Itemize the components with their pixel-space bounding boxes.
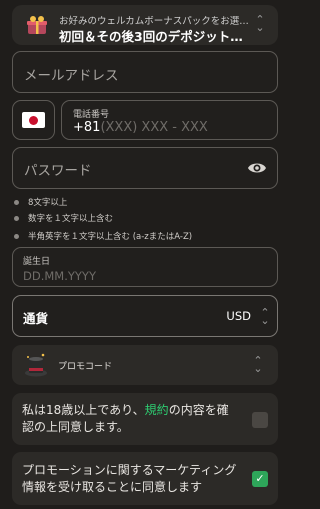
- password-requirement: 半角英字を１文字以上含む (a-zまたはA-Z): [14, 230, 192, 242]
- requirement-text: 半角英字を１文字以上含む (a-zまたはA-Z): [28, 232, 193, 242]
- currency-value: USD: [226, 309, 251, 323]
- requirement-text: 数字を１文字以上含む: [28, 214, 114, 224]
- bonus-subtitle: お好みのウェルカムボーナスパックをお選び…: [59, 16, 255, 27]
- bonus-title: 初回＆その後3回のデポジットに…: [59, 29, 255, 44]
- bullet-icon: [14, 199, 19, 205]
- chevron-updown-icon: ⌃ ⌄: [255, 13, 265, 34]
- eye-icon[interactable]: [247, 160, 267, 176]
- password-field[interactable]: パスワード: [12, 147, 278, 189]
- marketing-consent-text: プロモーションに関するマーケティング情報を受け取ることに同意します: [22, 463, 237, 494]
- birthday-field[interactable]: 誕生日 DD.MM.YYYY: [12, 247, 278, 287]
- birthday-placeholder: DD.MM.YYYY: [23, 269, 96, 283]
- phone-value: +81(XXX) XXX - XXX: [73, 120, 208, 135]
- age-consent[interactable]: 私は18歳以上であり、規約の内容を確認の上同意します。: [12, 393, 278, 445]
- age-consent-checkbox[interactable]: [252, 412, 268, 428]
- password-requirement: 数字を１文字以上含む: [14, 212, 113, 224]
- requirement-text: 8文字以上: [28, 198, 68, 208]
- gift-icon: [27, 16, 47, 34]
- email-placeholder: メールアドレス: [24, 68, 119, 84]
- email-field[interactable]: メールアドレス: [12, 51, 278, 93]
- phone-field[interactable]: 電話番号 +81(XXX) XXX - XXX: [61, 100, 278, 140]
- phone-placeholder: (XXX) XXX - XXX: [100, 120, 208, 135]
- phone-country-code: +81: [73, 120, 101, 135]
- phone-label: 電話番号: [73, 110, 110, 120]
- age-consent-text-start: 私は18歳以上であり、: [22, 403, 145, 417]
- currency-label: 通貨: [23, 311, 49, 326]
- birthday-label: 誕生日: [23, 257, 51, 267]
- country-selector[interactable]: [12, 100, 55, 140]
- terms-link[interactable]: 規約: [145, 403, 169, 417]
- bullet-icon: [14, 215, 19, 221]
- bullet-icon: [14, 233, 19, 239]
- chevron-updown-icon: ⌃ ⌄: [260, 306, 270, 327]
- magic-hat-icon: [25, 353, 47, 377]
- password-placeholder: パスワード: [24, 163, 92, 179]
- promo-code-toggle[interactable]: プロモコード ⌃ ⌄: [12, 345, 278, 385]
- marketing-consent-checkbox[interactable]: ✓: [252, 471, 268, 487]
- promo-code-label: プロモコード: [58, 362, 113, 372]
- chevron-updown-icon: ⌃ ⌄: [253, 354, 263, 375]
- japan-flag-icon: [22, 112, 45, 128]
- marketing-consent[interactable]: プロモーションに関するマーケティング情報を受け取ることに同意します ✓: [12, 452, 278, 505]
- age-consent-text: 私は18歳以上であり、規約の内容を確認の上同意します。: [22, 402, 240, 436]
- currency-select[interactable]: 通貨 USD ⌃ ⌄: [12, 295, 278, 337]
- password-requirement: 8文字以上: [14, 196, 67, 208]
- bonus-selector[interactable]: お好みのウェルカムボーナスパックをお選び… 初回＆その後3回のデポジットに… ⌃…: [12, 5, 278, 45]
